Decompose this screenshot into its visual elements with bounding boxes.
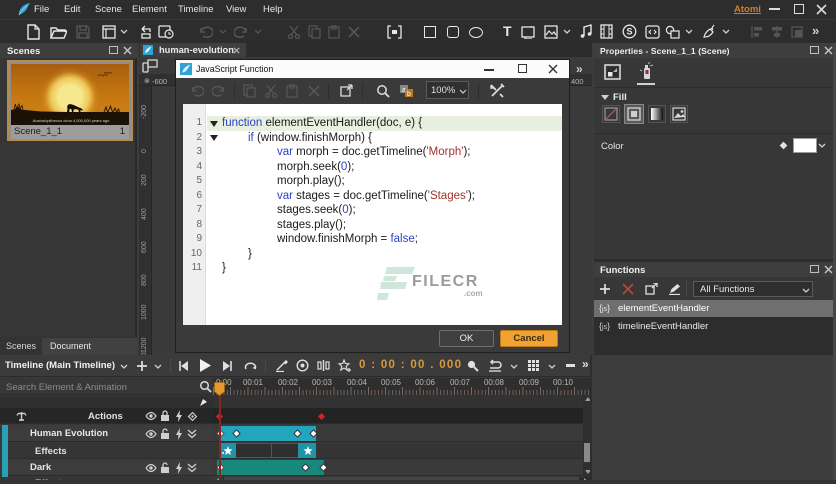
svg-text:b: b <box>407 91 411 98</box>
svg-text:S: S <box>626 27 632 37</box>
